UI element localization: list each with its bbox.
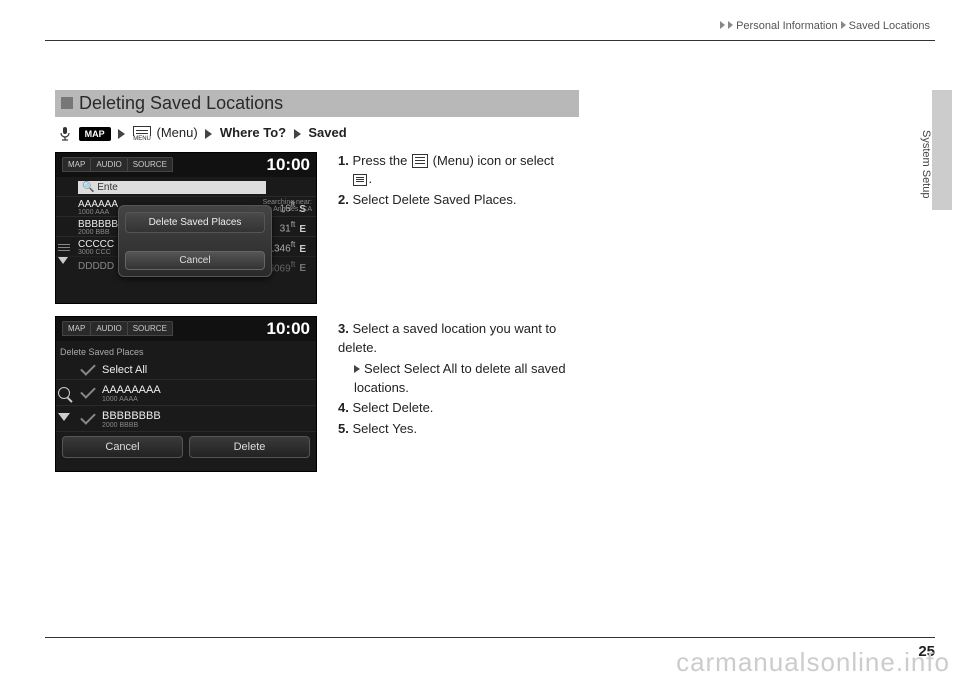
watermark: carmanualsonline.info [676,647,950,678]
breadcrumb: Personal Information Saved Locations [720,20,930,32]
hamburger-icon [353,174,367,186]
step-5: 5. Select Yes. [338,420,588,439]
clock: 10:00 [267,319,310,339]
search-input[interactable]: 🔍 Ente [78,181,266,194]
instruction-list: 3. Select a saved location you want to d… [338,320,588,439]
search-icon[interactable] [58,387,70,399]
select-all-row[interactable]: Select All [56,359,316,380]
divider [45,40,935,41]
voice-icon [59,126,71,142]
checkmark-icon [80,412,94,426]
delete-button[interactable]: Delete [189,436,310,458]
nav-path: MAP MENU (Menu) Where To? Saved [59,125,875,142]
tab-audio[interactable]: AUDIO [90,321,127,336]
chevron-right-icon [294,129,301,139]
step-4: 4. Select Delete. [338,399,588,418]
chevron-right-icon [205,129,212,139]
chevron-right-icon [841,21,846,29]
clock: 10:00 [267,155,310,175]
tab-audio[interactable]: AUDIO [90,157,127,172]
menu-icon: MENU [133,126,151,142]
tab-source[interactable]: SOURCE [127,157,173,172]
cancel-button[interactable]: Cancel [125,251,265,270]
checkmark-icon [80,363,94,377]
step-1: 1. Press the (Menu) icon or select . [338,152,588,190]
instruction-list: 1. Press the (Menu) icon or select . 2. … [338,152,588,211]
menu-icon [412,154,428,168]
screen-title: Delete Saved Places [56,343,316,359]
list-item[interactable]: AAAAAAAA1000 AAAA [56,380,316,406]
screenshot-delete-list: MAP AUDIO SOURCE 10:00 Delete Saved Plac… [55,316,317,472]
scroll-down-icon[interactable] [58,413,70,421]
screenshot-menu-popup: MAP AUDIO SOURCE 10:00 🔍 Ente Searching … [55,152,317,304]
section-tab-label: System Setup [920,130,932,198]
tab-map[interactable]: MAP [62,157,91,172]
square-bullet-icon [61,97,73,109]
delete-saved-places-button[interactable]: Delete Saved Places [125,212,265,233]
cancel-button[interactable]: Cancel [62,436,183,458]
step-3: 3. Select a saved location you want to d… [338,320,588,397]
chevron-right-icon [720,21,725,29]
step-2: 2. Select Delete Saved Places. [338,191,588,210]
section-heading: Deleting Saved Locations [55,90,579,117]
divider [45,637,935,638]
chevron-right-icon [728,21,733,29]
list-item[interactable]: BBBBBBBB2000 BBBB [56,406,316,432]
tab-source[interactable]: SOURCE [127,321,173,336]
tab-map[interactable]: MAP [62,321,91,336]
chevron-right-icon [354,365,360,373]
checkmark-icon [80,386,94,400]
thumb-tab [932,90,952,210]
chevron-right-icon [118,129,125,139]
menu-popup: Delete Saved Places Cancel [118,205,272,277]
map-button-icon: MAP [79,127,111,141]
